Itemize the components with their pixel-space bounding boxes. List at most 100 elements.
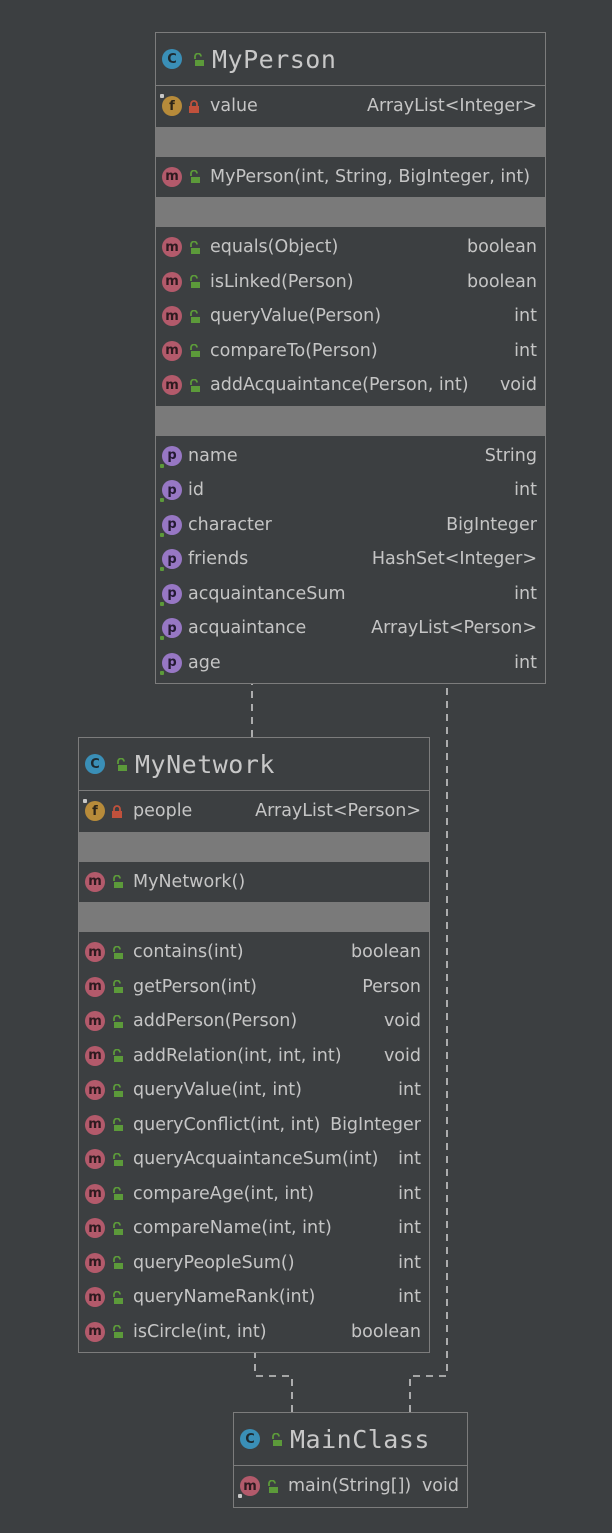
method-row[interactable]: m compareAge(int, int) int xyxy=(79,1177,429,1212)
property-row[interactable]: p id int xyxy=(156,473,545,508)
member-type: int xyxy=(514,306,537,327)
member-name: getPerson(int) xyxy=(133,976,258,997)
method-icon: m xyxy=(85,1149,105,1170)
class-header[interactable]: C MyPerson xyxy=(156,33,545,86)
method-row[interactable]: m queryConflict(int, int) BigInteger xyxy=(79,1108,429,1143)
visibility-dot-icon xyxy=(160,498,164,503)
property-row[interactable]: p acquaintanceSum int xyxy=(156,577,545,612)
method-icon: m xyxy=(85,1045,105,1066)
public-lock-icon xyxy=(111,1290,123,1304)
method-row[interactable]: m queryPeopleSum() int xyxy=(79,1246,429,1281)
member-name: compareTo(Person) xyxy=(210,340,378,361)
method-icon: m xyxy=(85,942,105,963)
property-icon: p xyxy=(160,652,182,675)
visibility-dot-icon xyxy=(160,670,164,675)
member-type: ArrayList<Person> xyxy=(255,801,421,822)
member-name: MyPerson(int, String, BigInteger, int) xyxy=(210,166,531,187)
class-mynetwork[interactable]: C MyNetwork f people ArrayList<Person> m MyNet… xyxy=(78,737,430,1353)
method-icon: m xyxy=(162,340,182,361)
member-name: character xyxy=(188,514,272,535)
public-lock-icon xyxy=(188,344,200,358)
member-type: int xyxy=(398,1080,421,1101)
method-row[interactable]: m queryValue(Person) int xyxy=(156,299,545,334)
method-icon: m xyxy=(85,1183,105,1204)
method-icon: m xyxy=(85,1287,105,1308)
field-row[interactable]: f value ArrayList<Integer> xyxy=(156,89,545,124)
method-row[interactable]: m compareTo(Person) int xyxy=(156,334,545,369)
field-row[interactable]: f people ArrayList<Person> xyxy=(79,794,429,829)
method-row[interactable]: m contains(int) boolean xyxy=(79,935,429,970)
visibility-dot-icon xyxy=(160,532,164,537)
class-header[interactable]: C MyNetwork xyxy=(79,738,429,791)
method-row[interactable]: m isLinked(Person) boolean xyxy=(156,265,545,300)
public-lock-icon xyxy=(111,1187,123,1201)
method-row[interactable]: m queryNameRank(int) int xyxy=(79,1280,429,1315)
method-row[interactable]: m equals(Object) boolean xyxy=(156,230,545,265)
property-icon: p xyxy=(160,445,182,468)
method-row[interactable]: m addAcquaintance(Person, int) void xyxy=(156,368,545,403)
member-type: void xyxy=(421,1476,459,1497)
method-icon: m xyxy=(162,271,182,292)
member-type: BigInteger xyxy=(446,514,537,535)
class-myperson[interactable]: C MyPerson f value ArrayList<Integer> m MyPers… xyxy=(155,32,546,684)
section-divider xyxy=(79,902,429,932)
method-icon: m xyxy=(162,375,182,396)
public-lock-icon xyxy=(111,1083,123,1097)
method-row[interactable]: m addPerson(Person) void xyxy=(79,1004,429,1039)
member-type: boolean xyxy=(467,271,537,292)
member-type: void xyxy=(499,375,537,396)
property-row[interactable]: p name String xyxy=(156,439,545,474)
member-type: boolean xyxy=(351,1321,421,1342)
method-row[interactable]: m MyPerson(int, String, BigInteger, int) xyxy=(156,160,545,195)
visibility-dot-icon xyxy=(160,567,164,572)
method-row[interactable]: m getPerson(int) Person xyxy=(79,970,429,1005)
member-type: int xyxy=(398,1218,421,1239)
method-row[interactable]: m compareName(int, int) int xyxy=(79,1211,429,1246)
method-row[interactable]: m MyNetwork() xyxy=(79,865,429,900)
property-row[interactable]: p age int xyxy=(156,646,545,681)
private-lock-icon xyxy=(111,804,123,818)
member-name: name xyxy=(188,445,238,466)
class-name: MainClass xyxy=(290,1424,430,1454)
method-row[interactable]: m isCircle(int, int) boolean xyxy=(79,1315,429,1350)
member-type: HashSet<Integer> xyxy=(371,549,537,570)
method-row[interactable]: m queryAcquaintanceSum(int) int xyxy=(79,1142,429,1177)
section-divider xyxy=(156,126,545,157)
public-lock-icon xyxy=(111,1221,123,1235)
public-lock-icon xyxy=(111,1049,123,1063)
private-lock-icon xyxy=(188,99,200,113)
public-lock-icon xyxy=(270,1432,282,1446)
method-icon: m xyxy=(85,1080,105,1101)
final-marker-icon xyxy=(83,799,87,804)
class-icon: C xyxy=(85,754,105,774)
class-mainclass[interactable]: C MainClass m main(String[]) void xyxy=(233,1412,468,1508)
public-lock-icon xyxy=(111,1152,123,1166)
member-name: contains(int) xyxy=(133,942,244,963)
member-type: int xyxy=(514,340,537,361)
property-row[interactable]: p acquaintance ArrayList<Person> xyxy=(156,611,545,646)
method-row[interactable]: m addRelation(int, int, int) void xyxy=(79,1039,429,1074)
member-name: value xyxy=(210,96,258,117)
member-name: acquaintanceSum xyxy=(188,583,346,604)
method-row[interactable]: m queryValue(int, int) int xyxy=(79,1073,429,1108)
member-name: id xyxy=(188,480,204,501)
method-row[interactable]: m main(String[]) void xyxy=(234,1469,467,1504)
public-lock-icon xyxy=(111,1325,123,1339)
member-name: compareAge(int, int) xyxy=(133,1183,315,1204)
class-header[interactable]: C MainClass xyxy=(234,1413,467,1466)
member-type: BigInteger xyxy=(330,1114,421,1135)
member-name: people xyxy=(133,801,193,822)
public-lock-icon xyxy=(266,1479,278,1493)
property-icon: p xyxy=(160,618,182,641)
property-row[interactable]: p character BigInteger xyxy=(156,508,545,543)
property-row[interactable]: p friends HashSet<Integer> xyxy=(156,542,545,577)
method-icon: m xyxy=(162,166,182,187)
member-type: int xyxy=(398,1183,421,1204)
member-type: boolean xyxy=(467,237,537,258)
member-name: friends xyxy=(188,549,249,570)
member-type: ArrayList<Integer> xyxy=(366,96,537,117)
member-name: addPerson(Person) xyxy=(133,1011,298,1032)
member-name: isCircle(int, int) xyxy=(133,1321,267,1342)
member-type: boolean xyxy=(351,942,421,963)
